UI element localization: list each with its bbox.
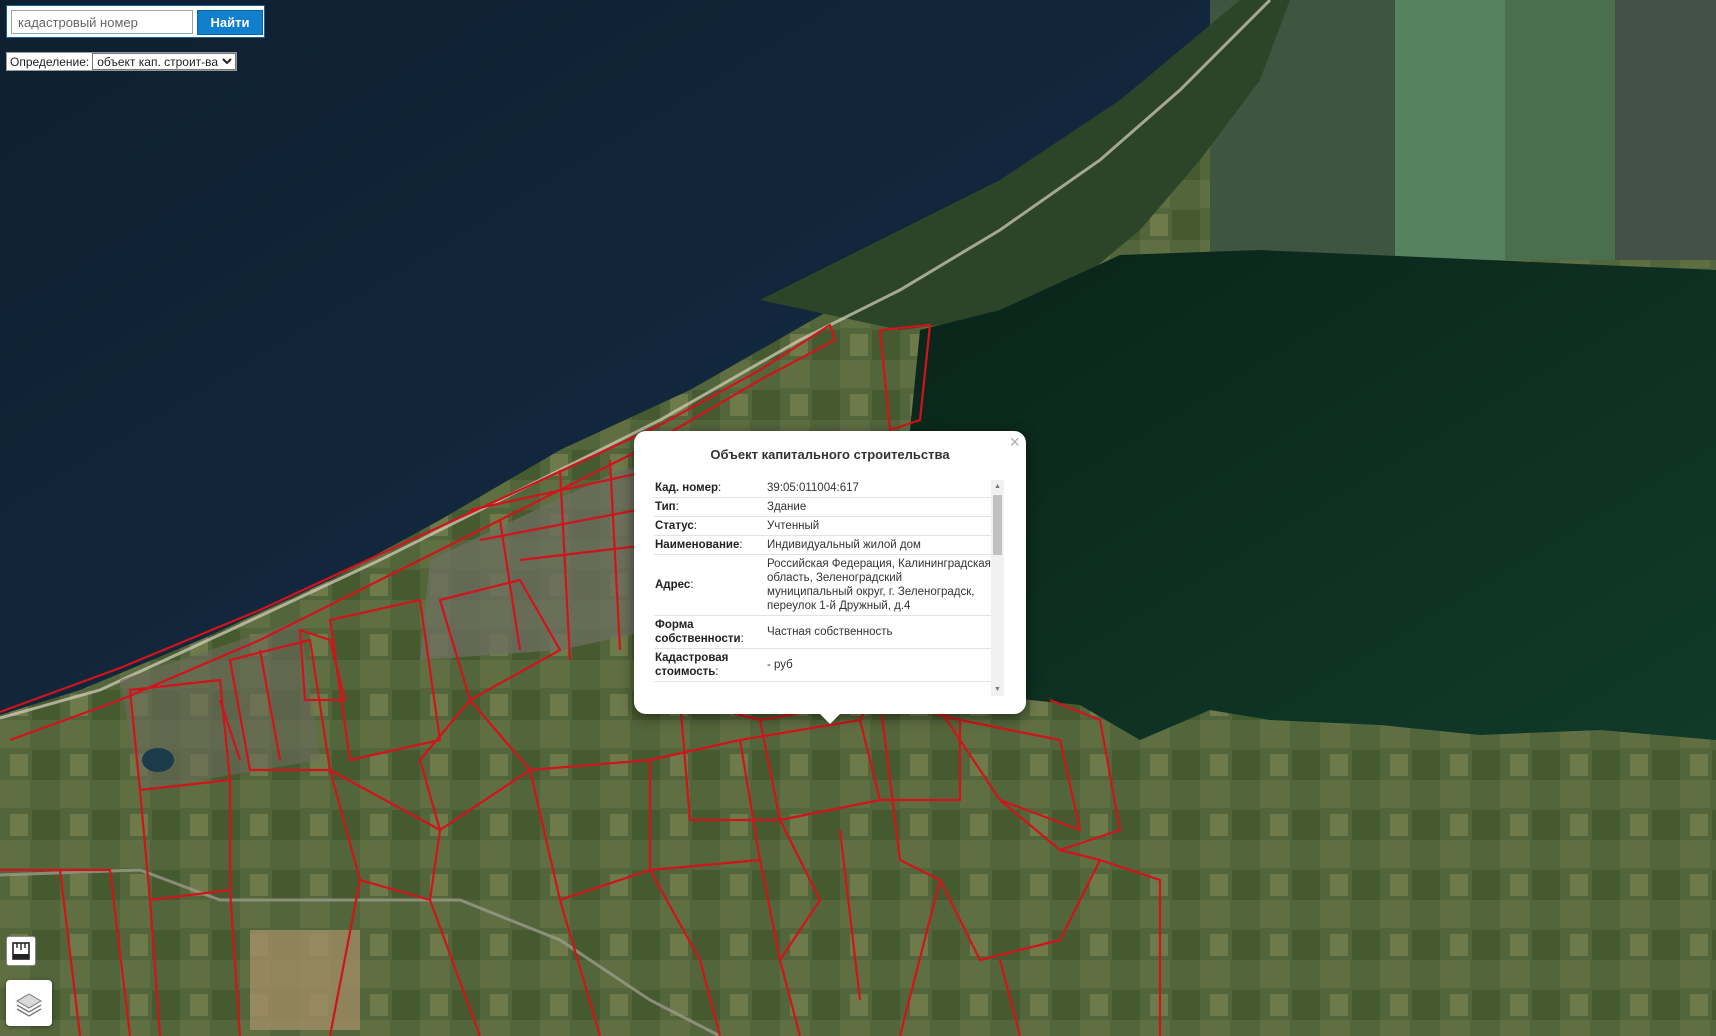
attribute-key: Тип bbox=[655, 501, 676, 513]
info-popup: × Объект капитального строительства Кад.… bbox=[634, 431, 1026, 714]
scroll-up-arrow-icon[interactable]: ▲ bbox=[991, 480, 1004, 493]
attribute-value: Здание bbox=[766, 497, 992, 517]
popup-tip bbox=[817, 711, 843, 724]
popup-body[interactable]: Кад. номер: 39:05:011004:617 Тип: Здание С… bbox=[654, 479, 992, 697]
popup-title: Объект капитального строительства bbox=[710, 447, 950, 462]
table-row: Форма собственности: Частная собственност… bbox=[654, 615, 992, 649]
ruler-icon bbox=[12, 942, 30, 960]
table-row: Кад. номер: 39:05:011004:617 bbox=[654, 479, 992, 498]
find-button[interactable]: Найти bbox=[197, 10, 263, 35]
attribute-value: 39:05:011004:617 bbox=[766, 479, 992, 498]
scroll-thumb[interactable] bbox=[993, 495, 1002, 555]
table-row: Кадастровая стоимость: - руб bbox=[654, 648, 992, 682]
attribute-value: Частная собственность bbox=[766, 615, 992, 649]
layers-button[interactable] bbox=[6, 980, 52, 1026]
attribute-value: Учтенный bbox=[766, 516, 992, 536]
attribute-key: Статус bbox=[655, 520, 694, 532]
scroll-down-arrow-icon[interactable]: ▼ bbox=[991, 683, 1004, 696]
cadastral-number-input[interactable] bbox=[11, 10, 193, 34]
attribute-key: Наименование bbox=[655, 539, 740, 551]
definition-bar: Определение: объект кап. строит-ва bbox=[6, 52, 238, 71]
definition-label: Определение: bbox=[10, 54, 90, 69]
layers-icon bbox=[16, 993, 42, 1017]
table-row: Наименование: Индивидуальный жилой дом bbox=[654, 535, 992, 555]
table-row: Тип: Здание bbox=[654, 497, 992, 517]
attribute-key: Кадастровая стоимость bbox=[655, 652, 729, 678]
popup-scrollbar[interactable]: ▲ ▼ bbox=[991, 480, 1004, 696]
attribute-key: Адрес bbox=[655, 579, 691, 591]
attribute-key: Форма собственности bbox=[655, 619, 741, 645]
attribute-key: Кад. номер bbox=[655, 482, 718, 494]
attribute-value: Российская Федерация, Калининградская об… bbox=[766, 554, 992, 616]
attribute-value: Индивидуальный жилой дом bbox=[766, 535, 992, 555]
definition-select[interactable]: объект кап. строит-ва bbox=[92, 53, 237, 70]
ruler-button[interactable] bbox=[6, 936, 36, 966]
object-attributes-table: Кад. номер: 39:05:011004:617 Тип: Здание С… bbox=[654, 479, 992, 682]
table-row: Адрес: Российская Федерация, Калининградс… bbox=[654, 554, 992, 616]
table-row: Статус: Учтенный bbox=[654, 516, 992, 536]
attribute-value: - руб bbox=[766, 648, 992, 682]
search-panel: Найти bbox=[6, 5, 265, 38]
